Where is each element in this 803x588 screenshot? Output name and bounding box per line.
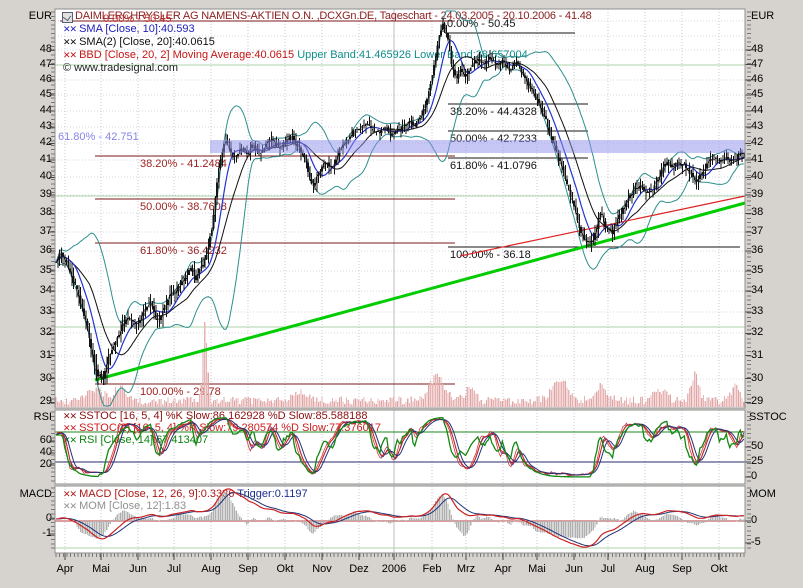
chart-canvas[interactable] (0, 0, 803, 588)
tradesignal-chart-window: EUR EUR DAIMLERCHRYSLER AG NAMENS-AKTIEN… (0, 0, 803, 588)
